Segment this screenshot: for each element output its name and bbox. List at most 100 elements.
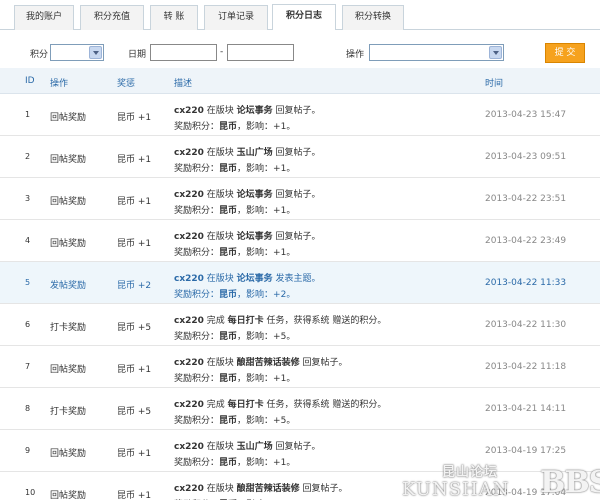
desc-text: 回复帖子。 [272,148,321,158]
row-time: 2013-04-22 11:33 [485,278,567,288]
row-operation: 回帖奖励 [50,197,87,207]
row-description-line2: 奖励积分：昆币，影响：+5。 [174,329,295,342]
row-id: 7 [25,362,31,371]
effect-value: +1。 [273,374,296,384]
header-id: ID [25,76,35,86]
effect-label: ，影响： [237,332,274,342]
user-link[interactable]: cx220 [174,316,204,326]
table-row: 8 打卡奖励 昆币 +5 cx220 完成 每日打卡 任务，获得系统 赠送的积分。 奖励… [0,388,600,430]
user-link[interactable]: cx220 [174,106,204,116]
submit-button[interactable]: 提 交 [545,43,585,63]
currency-name: 昆币 [219,122,238,132]
effect-value: +5。 [273,416,296,426]
row-operation: 回帖奖励 [50,113,87,123]
row-description-line1: cx220 在版块 论坛事务 回复帖子。 [174,187,321,200]
user-link[interactable]: cx220 [174,442,204,452]
board-link[interactable]: 玉山广场 [237,148,273,158]
row-description-line1: cx220 在版块 论坛事务 发表主题。 [174,271,321,284]
desc-text: 完成 [203,316,228,326]
reward-label: 奖励积分： [174,164,220,174]
desc-text: 在版块 [203,274,237,284]
user-link[interactable]: cx220 [174,484,204,494]
start-date-input[interactable] [150,44,217,61]
effect-label: ，影响： [237,206,274,216]
header-award: 奖惩 [117,79,136,89]
board-link[interactable]: 论坛事务 [237,190,273,200]
effect-value: +1。 [273,248,296,258]
user-link[interactable]: cx220 [174,232,204,242]
row-id: 3 [25,194,31,203]
user-link[interactable]: cx220 [174,274,204,284]
desc-text: 在版块 [203,232,237,242]
row-operation: 回帖奖励 [50,155,87,165]
tab-bar: 我的账户 积分充值 转 账 订单记录 积分日志 积分转换 [0,0,600,30]
effect-value: +2。 [273,290,296,300]
reward-label: 奖励积分： [174,206,220,216]
user-link[interactable]: cx220 [174,400,204,410]
chevron-down-icon [489,46,502,59]
tab-order-records[interactable]: 订单记录 [204,5,268,30]
table-row: 6 打卡奖励 昆币 +5 cx220 完成 每日打卡 任务，获得系统 赠送的积分。 奖励… [0,304,600,346]
row-id: 8 [25,404,31,413]
board-link[interactable]: 每日打卡 [228,400,264,410]
board-link[interactable]: 论坛事务 [237,232,273,242]
table-row: 7 回帖奖励 昆币 +1 cx220 在版块 酿甜苦辣话装修 回复帖子。 奖励积分：昆币… [0,346,600,388]
desc-text: 回复帖子。 [272,190,321,200]
board-link[interactable]: 论坛事务 [237,274,273,284]
user-link[interactable]: cx220 [174,358,204,368]
board-link[interactable]: 酿甜苦辣话装修 [237,484,300,494]
reward-label: 奖励积分： [174,416,220,426]
tab-credit-log[interactable]: 积分日志 [272,4,336,30]
desc-text: 完成 [203,400,228,410]
row-id: 1 [25,110,31,119]
row-id: 10 [25,488,36,497]
row-description-line1: cx220 在版块 酿甜苦辣话装修 回复帖子。 [174,355,348,368]
tab-credit-recharge[interactable]: 积分充值 [80,5,144,30]
user-link[interactable]: cx220 [174,148,204,158]
header-operation: 操作 [50,79,69,89]
board-link[interactable]: 酿甜苦辣话装修 [237,358,300,368]
row-award: 昆币 +1 [117,449,152,459]
row-operation: 打卡奖励 [50,407,87,417]
row-time: 2013-04-22 23:49 [485,236,567,246]
effect-label: ，影响： [237,164,274,174]
table-header: ID 操作 奖惩 描述 时间 [0,68,600,94]
tab-credit-exchange[interactable]: 积分转换 [342,5,404,30]
row-operation: 回帖奖励 [50,491,87,500]
reward-label: 奖励积分： [174,458,220,468]
board-link[interactable]: 每日打卡 [228,316,264,326]
row-id: 2 [25,152,31,161]
watermark-cn: 昆山论坛 [442,465,499,480]
row-id: 4 [25,236,31,245]
board-link[interactable]: 论坛事务 [237,106,273,116]
row-id: 6 [25,320,31,329]
row-description-line1: cx220 在版块 论坛事务 回复帖子。 [174,229,321,242]
currency-name: 昆币 [219,206,238,216]
row-time: 2013-04-21 14:11 [485,404,567,414]
row-description-line2: 奖励积分：昆币，影响：+1。 [174,371,295,384]
row-time: 2013-04-22 11:30 [485,320,567,330]
tab-my-account[interactable]: 我的账户 [14,5,74,30]
desc-text: 回复帖子。 [272,232,321,242]
desc-text: 在版块 [203,190,237,200]
row-award: 昆币 +2 [117,281,152,291]
operation-select[interactable] [369,44,504,61]
effect-label: ，影响： [237,374,274,384]
row-description-line2: 奖励积分：昆币，影响：+1。 [174,245,295,258]
row-operation: 发帖奖励 [50,281,87,291]
row-operation: 回帖奖励 [50,239,87,249]
desc-text: 回复帖子。 [272,442,321,452]
reward-label: 奖励积分： [174,332,220,342]
user-link[interactable]: cx220 [174,190,204,200]
tab-transfer[interactable]: 转 账 [150,5,198,30]
row-time: 2013-04-23 09:51 [485,152,567,162]
board-link[interactable]: 玉山广场 [237,442,273,452]
row-description-line1: cx220 在版块 酿甜苦辣话装修 回复帖子。 [174,481,348,494]
row-description-line2: 奖励积分：昆币，影响：+2。 [174,287,295,300]
credit-type-select[interactable] [50,44,104,61]
end-date-input[interactable] [227,44,294,61]
effect-label: ，影响： [237,458,274,468]
operation-label: 操作 [346,50,365,60]
kunshan-bbs-watermark: 昆山论坛 KUNSHAN BBS [400,463,600,500]
effect-value: +5。 [273,332,296,342]
